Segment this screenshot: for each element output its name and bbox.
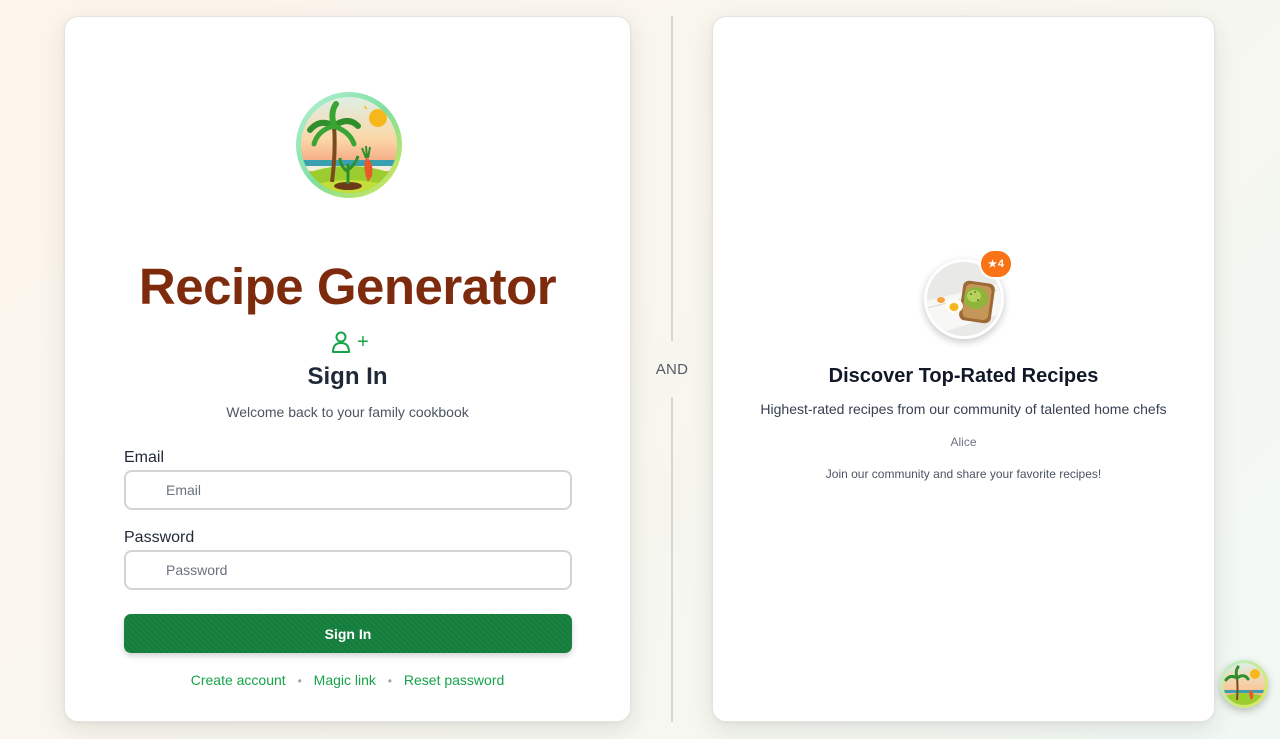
password-input[interactable] — [124, 550, 572, 590]
email-input[interactable] — [124, 470, 572, 510]
user-icon — [332, 331, 351, 353]
rating-value: 4 — [997, 258, 1005, 270]
rating-badge: ★ 4 — [979, 249, 1013, 279]
plus-icon: + — [357, 331, 369, 353]
link-separator: • — [297, 674, 302, 688]
app-logo-icon — [296, 92, 402, 198]
reset-password-link[interactable]: Reset password — [404, 672, 504, 688]
divider-line-top — [671, 16, 673, 341]
featured-title: Discover Top-Rated Recipes — [828, 365, 1099, 387]
star-icon: ★ — [987, 258, 997, 270]
user-add-indicator: + — [323, 330, 377, 354]
featured-subtitle: Highest-rated recipes from our community… — [760, 401, 1167, 417]
recipe-author: Alice — [950, 435, 977, 449]
link-separator: • — [387, 674, 392, 688]
island-logo-icon — [1220, 660, 1268, 708]
magic-link-link[interactable]: Magic link — [314, 672, 376, 688]
app-title: Recipe Generator — [138, 258, 557, 315]
create-account-link[interactable]: Create account — [191, 672, 286, 688]
floating-logo-button[interactable] — [1220, 660, 1268, 708]
sign-in-heading: Sign In — [307, 363, 388, 390]
divider-line-bottom — [671, 397, 673, 722]
sign-in-subtitle: Welcome back to your family cookbook — [226, 404, 469, 420]
sign-in-card: Recipe Generator + Sign In Welcome back … — [64, 16, 631, 722]
password-label: Password — [124, 529, 195, 546]
email-label: Email — [124, 449, 165, 466]
divider-label: AND — [655, 361, 689, 378]
featured-recipes-card: ★ 4 Discover Top-Rated Recipes Highest-r… — [712, 16, 1215, 722]
sign-in-button[interactable]: Sign In — [124, 614, 572, 653]
auth-links: Create account • Magic link • Reset pass… — [65, 672, 630, 688]
community-cta: Join our community and share your favori… — [825, 467, 1102, 481]
